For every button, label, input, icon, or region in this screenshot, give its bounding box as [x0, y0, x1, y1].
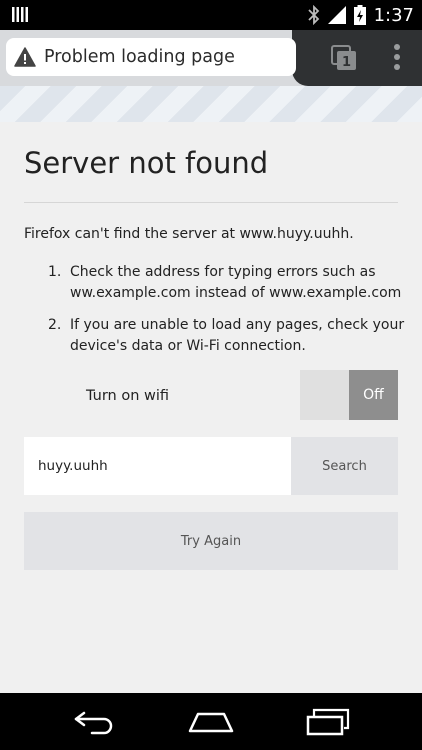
clock: 1:37	[373, 4, 414, 26]
page-title: Problem loading page	[44, 47, 235, 67]
step-number: 1.	[48, 264, 62, 280]
menu-icon[interactable]	[392, 43, 402, 71]
url-bar[interactable]: Problem loading page	[6, 38, 296, 76]
error-title: Server not found	[24, 146, 269, 180]
status-icons: 1:37	[307, 0, 414, 30]
wifi-label: Turn on wifi	[86, 388, 170, 404]
signal-icon	[327, 6, 346, 24]
error-banner-stripes	[0, 86, 422, 122]
step-text: Check the address for typing errors such…	[70, 264, 402, 301]
bluetooth-icon	[307, 5, 319, 25]
toggle-state: Off	[349, 370, 398, 420]
battery-icon	[353, 5, 366, 25]
status-bar: 1:37	[0, 0, 422, 30]
recents-icon[interactable]	[306, 708, 350, 736]
search-input[interactable]	[24, 437, 291, 495]
tabs-icon[interactable]: 1	[330, 44, 358, 72]
search-button[interactable]: Search	[291, 437, 398, 495]
suggestion-list: 1. Check the address for typing errors s…	[48, 262, 408, 368]
wifi-toggle[interactable]: Off	[300, 370, 398, 420]
warning-icon	[14, 47, 36, 67]
error-description: Firefox can't find the server at www.huy…	[24, 226, 354, 242]
browser-toolbar: Problem loading page 1	[0, 30, 422, 86]
home-icon[interactable]	[188, 709, 234, 735]
step-text: If you are unable to load any pages, che…	[70, 317, 405, 354]
back-icon[interactable]	[72, 709, 116, 735]
notification-icon	[12, 7, 28, 22]
phone-screen: 1:37 Problem loading page 1 Server not f…	[0, 0, 422, 750]
try-again-button[interactable]: Try Again	[24, 512, 398, 570]
divider	[24, 202, 398, 203]
navigation-bar	[0, 693, 422, 750]
error-page: Server not found Firefox can't find the …	[0, 122, 422, 693]
step-number: 2.	[48, 317, 62, 333]
search-row: Search	[24, 437, 398, 495]
list-item: 2. If you are unable to load any pages, …	[48, 315, 408, 357]
list-item: 1. Check the address for typing errors s…	[48, 262, 408, 304]
tab-count: 1	[342, 55, 351, 70]
